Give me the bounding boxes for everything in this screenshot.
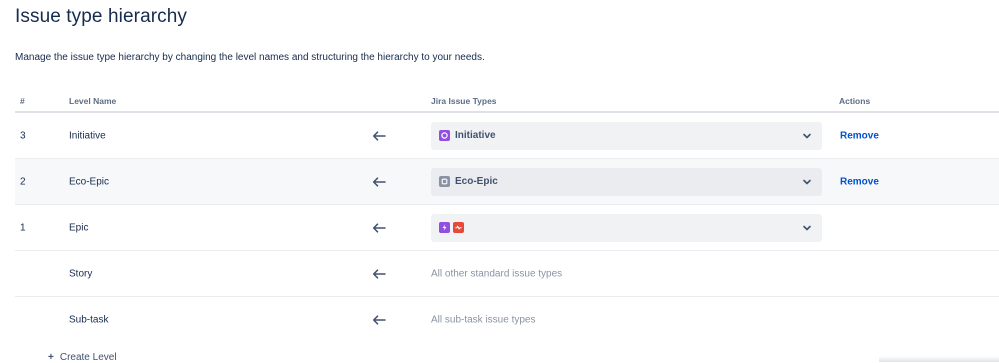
issue-type-select[interactable] xyxy=(431,213,822,242)
level-name[interactable]: Initiative xyxy=(69,130,106,141)
issue-type-select[interactable]: Initiative xyxy=(431,121,822,150)
column-header-issue-types: Jira Issue Types xyxy=(431,96,497,106)
table-row: 2 Eco-Epic Eco-Epic Remove xyxy=(15,159,999,205)
corner-shadow xyxy=(879,356,999,362)
issue-types-text: All other standard issue types xyxy=(431,268,563,279)
remove-button[interactable]: Remove xyxy=(840,130,879,141)
level-name[interactable]: Eco-Epic xyxy=(69,176,109,187)
table-header: # Level Name Jira Issue Types Actions xyxy=(15,89,999,113)
level-number: 1 xyxy=(20,222,26,233)
arrow-left-icon xyxy=(372,176,386,187)
page-title: Issue type hierarchy xyxy=(15,6,188,27)
issue-type-select[interactable]: Eco-Epic xyxy=(431,167,822,196)
issue-type-label: Initiative xyxy=(455,130,496,141)
level-name: Story xyxy=(69,268,93,279)
create-level-button[interactable]: + Create Level xyxy=(48,352,117,363)
arrow-left-icon xyxy=(372,130,386,141)
arrow-left-icon xyxy=(372,268,386,279)
arrow-left-icon xyxy=(372,222,386,233)
chevron-down-icon xyxy=(802,132,812,140)
bug-icon xyxy=(453,222,464,233)
column-header-actions: Actions xyxy=(839,96,871,106)
plus-icon: + xyxy=(48,352,54,363)
level-name: Sub-task xyxy=(69,314,109,325)
eco-epic-icon xyxy=(439,176,450,187)
chevron-down-icon xyxy=(802,224,812,232)
level-number: 2 xyxy=(20,176,26,187)
initiative-icon xyxy=(439,130,450,141)
level-name[interactable]: Epic xyxy=(69,222,88,233)
hierarchy-table: # Level Name Jira Issue Types Actions 3 … xyxy=(15,89,999,342)
chevron-down-icon xyxy=(802,178,812,186)
column-header-number: # xyxy=(20,96,25,106)
table-row: 3 Initiative Initiative Remove xyxy=(15,113,999,159)
arrow-left-icon xyxy=(372,314,386,325)
table-row: 1 Epic xyxy=(15,205,999,251)
level-number: 3 xyxy=(20,130,26,141)
table-row: Sub-task All sub-task issue types xyxy=(15,297,999,342)
table-row: Story All other standard issue types xyxy=(15,251,999,297)
issue-type-label: Eco-Epic xyxy=(455,176,498,187)
page-description: Manage the issue type hierarchy by chang… xyxy=(15,52,485,63)
create-level-label: Create Level xyxy=(59,352,117,363)
column-header-level-name: Level Name xyxy=(69,96,117,106)
issue-types-text: All sub-task issue types xyxy=(431,314,536,325)
epic-icon xyxy=(439,222,450,233)
remove-button[interactable]: Remove xyxy=(840,176,879,187)
